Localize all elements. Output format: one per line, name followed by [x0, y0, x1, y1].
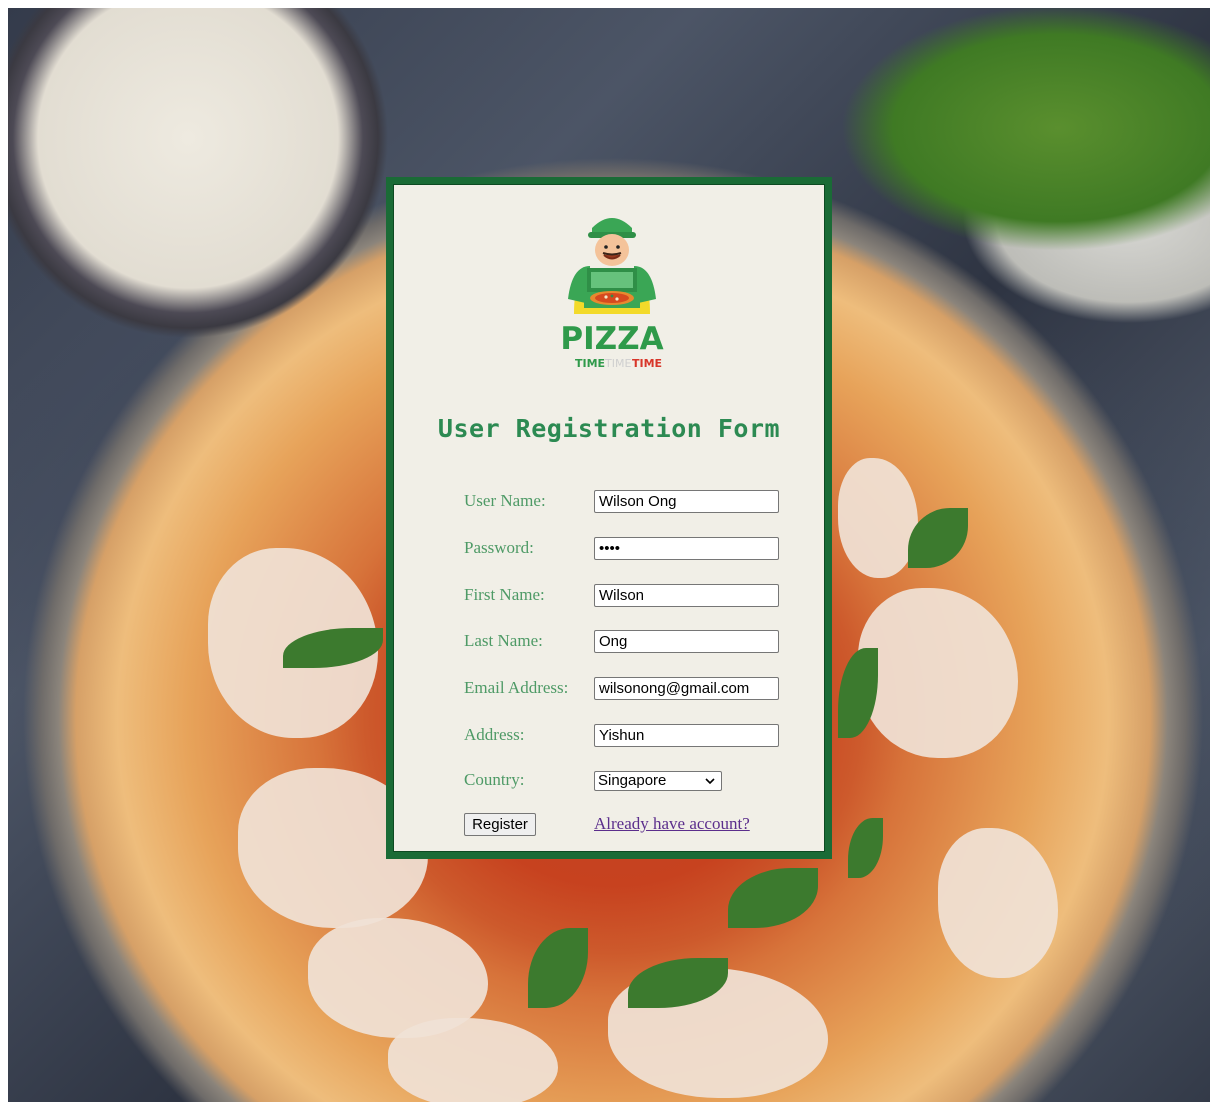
password-input[interactable]	[594, 537, 779, 560]
logo-tagline-2: TIME	[604, 357, 631, 370]
register-button[interactable]: Register	[464, 813, 536, 836]
logo-word: PIZZA	[560, 321, 663, 357]
login-link[interactable]: Already have account?	[594, 814, 750, 834]
last-name-input[interactable]	[594, 630, 779, 653]
form-title: User Registration Form	[437, 414, 781, 443]
country-select[interactable]: Singapore	[594, 771, 722, 791]
first-name-input[interactable]	[594, 584, 779, 607]
registration-card: PIZZA TIME TIME TIME User Registration F…	[386, 177, 832, 859]
address-label: Address:	[464, 725, 525, 744]
pizza-time-logo: PIZZA TIME TIME TIME	[560, 218, 664, 370]
address-input[interactable]	[594, 724, 779, 747]
logo-tagline-1: TIME	[575, 357, 605, 370]
email-input[interactable]	[594, 677, 779, 700]
password-label: Password:	[464, 538, 534, 557]
logo-tagline-3: TIME	[632, 357, 662, 370]
username-input[interactable]	[594, 490, 779, 513]
first-name-label: First Name:	[464, 585, 545, 604]
username-label: User Name:	[464, 491, 546, 510]
email-label: Email Address:	[464, 678, 569, 697]
last-name-label: Last Name:	[464, 631, 543, 650]
country-label: Country:	[464, 770, 525, 789]
